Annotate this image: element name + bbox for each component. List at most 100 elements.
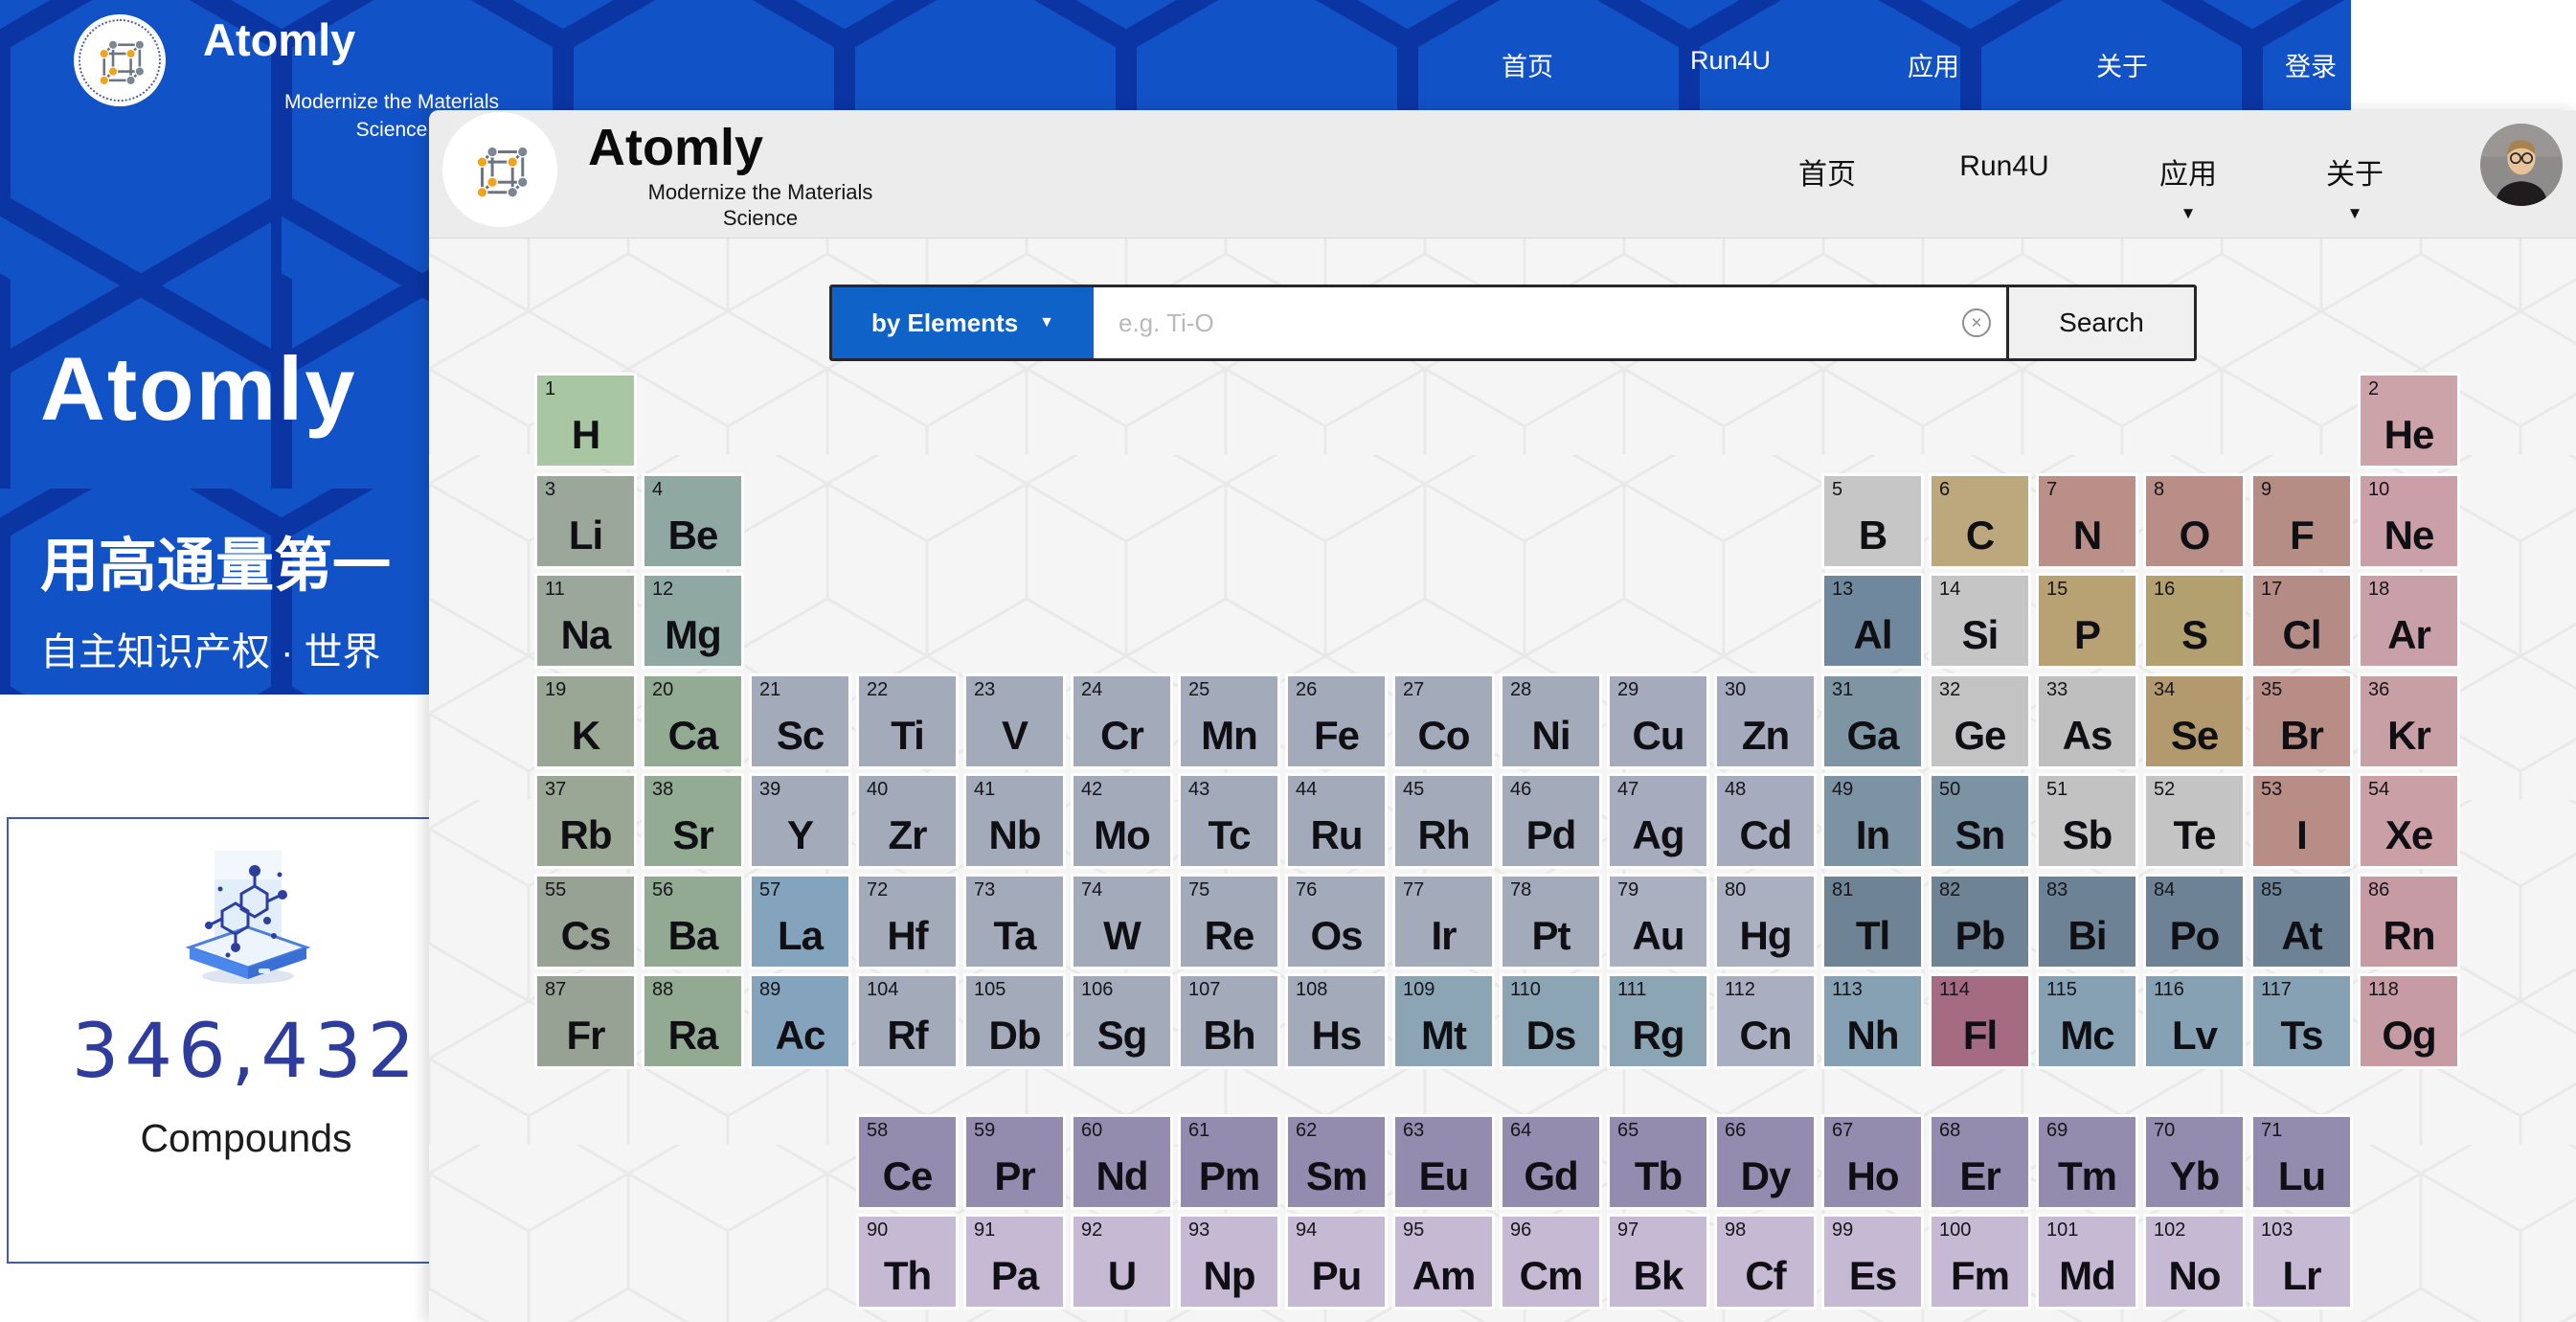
nav-item-home[interactable]: 首页: [1502, 46, 1553, 83]
element-cell-Sc[interactable]: 21Sc: [749, 673, 851, 769]
element-cell-F[interactable]: 9F: [2250, 473, 2353, 569]
element-cell-Bk[interactable]: 97Bk: [1607, 1214, 1709, 1310]
element-cell-Ru[interactable]: 44Ru: [1285, 773, 1388, 869]
element-cell-Xe[interactable]: 54Xe: [2358, 773, 2460, 869]
element-cell-Ho[interactable]: 67Ho: [1821, 1114, 1924, 1210]
element-cell-Ce[interactable]: 58Ce: [856, 1114, 959, 1210]
element-cell-Sg[interactable]: 106Sg: [1071, 973, 1173, 1069]
nav-item-login[interactable]: 登录: [2285, 46, 2337, 83]
element-cell-Tb[interactable]: 65Tb: [1607, 1114, 1709, 1210]
element-cell-Er[interactable]: 68Er: [1929, 1114, 2031, 1210]
element-cell-Og[interactable]: 118Og: [2358, 973, 2460, 1069]
element-cell-Ta[interactable]: 73Ta: [963, 874, 1066, 969]
element-cell-Am[interactable]: 95Am: [1392, 1214, 1495, 1310]
element-cell-At[interactable]: 85At: [2250, 874, 2353, 969]
element-cell-W[interactable]: 74W: [1071, 874, 1173, 969]
element-cell-Au[interactable]: 79Au: [1607, 874, 1709, 969]
element-cell-Cd[interactable]: 48Cd: [1714, 773, 1817, 869]
element-cell-V[interactable]: 23V: [963, 673, 1066, 769]
element-cell-Ge[interactable]: 32Ge: [1929, 673, 2031, 769]
element-cell-Hg[interactable]: 80Hg: [1714, 874, 1817, 969]
element-cell-Bh[interactable]: 107Bh: [1178, 973, 1280, 1069]
element-cell-Pd[interactable]: 46Pd: [1500, 773, 1602, 869]
element-cell-Co[interactable]: 27Co: [1392, 673, 1495, 769]
element-cell-Po[interactable]: 84Po: [2143, 874, 2246, 969]
element-cell-Fl[interactable]: 114Fl: [1929, 973, 2031, 1069]
element-cell-No[interactable]: 102No: [2143, 1214, 2246, 1310]
element-cell-Mn[interactable]: 25Mn: [1178, 673, 1280, 769]
element-cell-N[interactable]: 7N: [2036, 473, 2138, 569]
element-cell-Hs[interactable]: 108Hs: [1285, 973, 1388, 1069]
element-cell-Bi[interactable]: 83Bi: [2036, 874, 2138, 969]
element-cell-Tc[interactable]: 43Tc: [1178, 773, 1280, 869]
element-cell-Se[interactable]: 34Se: [2143, 673, 2246, 769]
element-cell-Lu[interactable]: 71Lu: [2250, 1114, 2353, 1210]
element-cell-Ts[interactable]: 117Ts: [2250, 973, 2353, 1069]
element-cell-C[interactable]: 6C: [1929, 473, 2031, 569]
element-cell-O[interactable]: 8O: [2143, 473, 2246, 569]
element-cell-Na[interactable]: 11Na: [534, 573, 637, 669]
element-cell-Ir[interactable]: 77Ir: [1392, 874, 1495, 969]
element-cell-Br[interactable]: 35Br: [2250, 673, 2353, 769]
element-cell-Mg[interactable]: 12Mg: [642, 573, 744, 669]
element-cell-Ag[interactable]: 47Ag: [1607, 773, 1709, 869]
element-cell-Cu[interactable]: 29Cu: [1607, 673, 1709, 769]
element-cell-Nh[interactable]: 113Nh: [1821, 973, 1924, 1069]
element-cell-Gd[interactable]: 64Gd: [1500, 1114, 1602, 1210]
element-cell-Sn[interactable]: 50Sn: [1929, 773, 2031, 869]
element-cell-La[interactable]: 57La: [749, 874, 851, 969]
element-cell-Cl[interactable]: 17Cl: [2250, 573, 2353, 669]
element-cell-Ga[interactable]: 31Ga: [1821, 673, 1924, 769]
element-cell-Hf[interactable]: 72Hf: [856, 874, 959, 969]
element-cell-Th[interactable]: 90Th: [856, 1214, 959, 1310]
element-cell-Ne[interactable]: 10Ne: [2358, 473, 2460, 569]
nav-item-apps[interactable]: 应用: [1908, 46, 1959, 83]
element-cell-Tm[interactable]: 69Tm: [2036, 1114, 2138, 1210]
element-cell-He[interactable]: 2He: [2358, 373, 2460, 468]
element-cell-Zn[interactable]: 30Zn: [1714, 673, 1817, 769]
element-cell-Tl[interactable]: 81Tl: [1821, 874, 1924, 969]
element-cell-Ra[interactable]: 88Ra: [642, 973, 744, 1069]
element-cell-Rf[interactable]: 104Rf: [856, 973, 959, 1069]
element-cell-Al[interactable]: 13Al: [1821, 573, 1924, 669]
element-cell-Eu[interactable]: 63Eu: [1392, 1114, 1495, 1210]
element-cell-Li[interactable]: 3Li: [534, 473, 637, 569]
element-cell-Pt[interactable]: 78Pt: [1500, 874, 1602, 969]
element-cell-Nb[interactable]: 41Nb: [963, 773, 1066, 869]
element-cell-Rn[interactable]: 86Rn: [2358, 874, 2460, 969]
element-cell-Te[interactable]: 52Te: [2143, 773, 2246, 869]
element-cell-Kr[interactable]: 36Kr: [2358, 673, 2460, 769]
element-cell-Y[interactable]: 39Y: [749, 773, 851, 869]
element-cell-Sb[interactable]: 51Sb: [2036, 773, 2138, 869]
element-cell-Rh[interactable]: 45Rh: [1392, 773, 1495, 869]
element-cell-Mt[interactable]: 109Mt: [1392, 973, 1495, 1069]
element-cell-Pm[interactable]: 61Pm: [1178, 1114, 1280, 1210]
compounds-stat-card[interactable]: 346,432 Compounds: [7, 817, 486, 1264]
element-cell-Ar[interactable]: 18Ar: [2358, 573, 2460, 669]
element-cell-Yb[interactable]: 70Yb: [2143, 1114, 2246, 1210]
element-cell-Ac[interactable]: 89Ac: [749, 973, 851, 1069]
element-cell-Db[interactable]: 105Db: [963, 973, 1066, 1069]
element-cell-Es[interactable]: 99Es: [1821, 1214, 1924, 1310]
element-cell-Cn[interactable]: 112Cn: [1714, 973, 1817, 1069]
element-cell-Cr[interactable]: 24Cr: [1071, 673, 1173, 769]
element-cell-K[interactable]: 19K: [534, 673, 637, 769]
element-cell-Re[interactable]: 75Re: [1178, 874, 1280, 969]
element-cell-Ca[interactable]: 20Ca: [642, 673, 744, 769]
element-cell-Lv[interactable]: 116Lv: [2143, 973, 2246, 1069]
element-cell-Cf[interactable]: 98Cf: [1714, 1214, 1817, 1310]
element-cell-As[interactable]: 33As: [2036, 673, 2138, 769]
element-cell-Rb[interactable]: 37Rb: [534, 773, 637, 869]
element-cell-S[interactable]: 16S: [2143, 573, 2246, 669]
element-cell-Ti[interactable]: 22Ti: [856, 673, 959, 769]
element-cell-Os[interactable]: 76Os: [1285, 874, 1388, 969]
element-cell-Md[interactable]: 101Md: [2036, 1214, 2138, 1310]
element-cell-Pu[interactable]: 94Pu: [1285, 1214, 1388, 1310]
element-cell-Np[interactable]: 93Np: [1178, 1214, 1280, 1310]
element-cell-P[interactable]: 15P: [2036, 573, 2138, 669]
element-cell-Fe[interactable]: 26Fe: [1285, 673, 1388, 769]
nav-item-about[interactable]: 关于: [2096, 46, 2148, 83]
element-cell-Dy[interactable]: 66Dy: [1714, 1114, 1817, 1210]
element-cell-Cs[interactable]: 55Cs: [534, 874, 637, 969]
element-cell-Rg[interactable]: 111Rg: [1607, 973, 1709, 1069]
